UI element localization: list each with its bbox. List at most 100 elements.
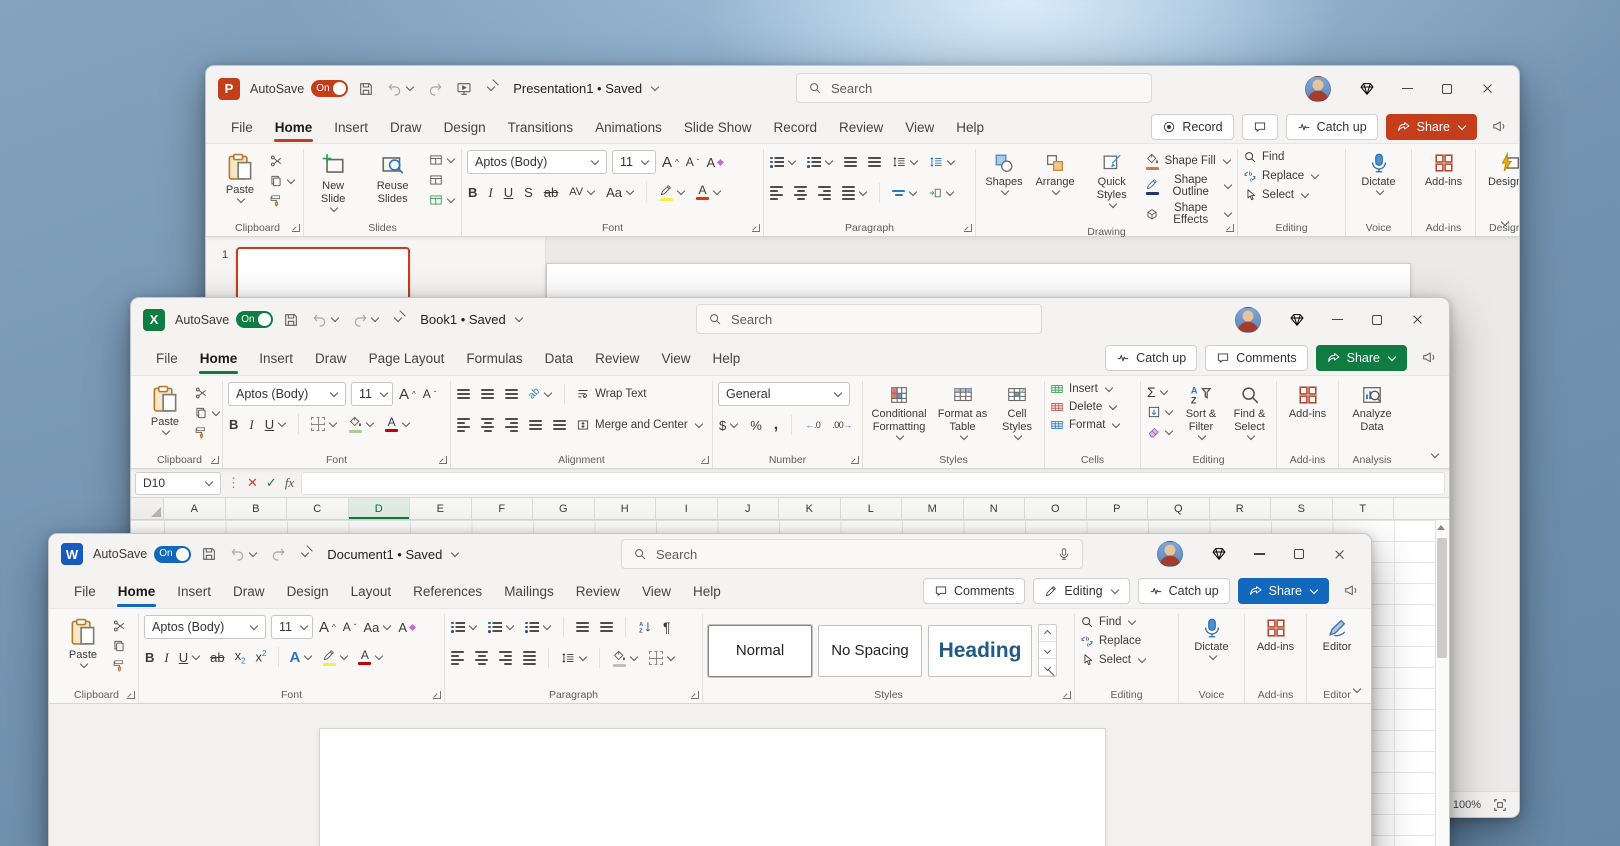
column-header[interactable]: E [410, 498, 472, 519]
start-slideshow-button[interactable] [453, 78, 475, 100]
number-format-select[interactable]: General [718, 382, 850, 406]
search-box[interactable] [696, 304, 1042, 334]
cell-styles-button[interactable]: Cell Styles [995, 382, 1039, 441]
addins-button[interactable]: Add-ins [1421, 150, 1467, 191]
text-effects-button[interactable]: A [289, 649, 314, 666]
replace-button[interactable]: Replace [1243, 169, 1319, 183]
save-button[interactable] [355, 78, 377, 100]
line-spacing-button[interactable] [891, 154, 919, 170]
quick-access-overflow-button[interactable] [296, 550, 312, 559]
ribbon-tab[interactable]: Home [189, 341, 249, 375]
column-header[interactable]: O [1025, 498, 1087, 519]
column-header[interactable]: T [1333, 498, 1395, 519]
cut-button[interactable] [193, 385, 209, 401]
ribbon-tab[interactable]: Design [433, 111, 497, 143]
column-header[interactable]: F [472, 498, 534, 519]
ribbon-tab[interactable]: Draw [222, 574, 276, 608]
addins-button[interactable]: Add-ins [1285, 382, 1331, 423]
quick-access-overflow-button[interactable] [482, 84, 498, 93]
save-button[interactable] [280, 309, 302, 331]
dictate-button[interactable]: Dictate [1356, 150, 1402, 196]
decrease-indent-button[interactable] [528, 419, 543, 430]
styles-dialog-launcher[interactable] [1063, 691, 1071, 699]
bold-button[interactable]: B [467, 185, 478, 200]
numbering-button[interactable] [487, 621, 515, 633]
increase-decimal-button[interactable]: ←.0 [804, 419, 821, 431]
font-dialog-launcher[interactable] [752, 224, 760, 232]
font-size-select[interactable]: 11 [612, 150, 656, 174]
search-box[interactable] [621, 539, 1083, 569]
decrease-indent-button[interactable] [575, 621, 590, 632]
ribbon-tab[interactable]: Animations [584, 111, 673, 143]
search-input[interactable] [831, 81, 1140, 96]
comments-button[interactable]: Comments [1205, 345, 1307, 371]
document-page[interactable] [319, 728, 1106, 846]
ribbon-tab[interactable]: References [402, 574, 493, 608]
premium-diamond-icon[interactable] [1277, 305, 1317, 335]
cut-button[interactable] [268, 153, 284, 169]
dictate-button[interactable]: Dictate [1189, 615, 1235, 661]
smartart-button[interactable] [927, 185, 955, 201]
formula-bar-handle[interactable]: ⋮ [227, 475, 240, 491]
align-center-button[interactable] [474, 650, 489, 665]
delete-cells-button[interactable]: Delete [1050, 400, 1117, 414]
reuse-slides-button[interactable]: Reuse Slides [362, 150, 423, 208]
avatar[interactable] [1235, 307, 1261, 333]
styles-scroll-down-button[interactable] [1039, 642, 1056, 659]
alignment-dialog-launcher[interactable] [701, 456, 709, 464]
decrease-font-button[interactable]: Aˇ [342, 620, 358, 634]
borders-button[interactable] [648, 650, 676, 666]
clipboard-dialog-launcher[interactable] [211, 456, 219, 464]
paragraph-dialog-launcher[interactable] [964, 224, 972, 232]
middle-align-button[interactable] [480, 388, 495, 399]
share-button[interactable]: Share [1386, 114, 1477, 140]
justify-button[interactable] [522, 650, 537, 665]
share-button[interactable]: Share [1316, 345, 1407, 371]
vertical-scrollbar[interactable] [1435, 520, 1449, 846]
ribbon-tab[interactable]: Insert [323, 111, 379, 143]
copy-button[interactable] [193, 405, 221, 421]
ribbon-tab[interactable]: Home [107, 574, 167, 608]
minimize-button[interactable] [1317, 305, 1357, 335]
addins-button[interactable]: Add-ins [1253, 615, 1299, 656]
title-dropdown-icon[interactable] [514, 314, 522, 322]
close-button[interactable] [1397, 305, 1437, 335]
ribbon-tab[interactable]: Record [762, 111, 828, 143]
format-painter-button[interactable] [111, 658, 127, 674]
insert-cells-button[interactable]: Insert [1050, 382, 1113, 396]
quick-styles-button[interactable]: Quick Styles [1083, 150, 1140, 209]
style-heading[interactable]: Heading [928, 625, 1032, 677]
undo-button[interactable] [384, 78, 417, 100]
catch-up-button[interactable]: Catch up [1286, 114, 1378, 140]
ribbon-tab[interactable]: Help [945, 111, 995, 143]
cancel-entry-button[interactable]: ✕ [246, 474, 259, 492]
sort-filter-button[interactable]: Sort & Filter [1179, 382, 1223, 441]
column-header[interactable]: G [533, 498, 595, 519]
find-button[interactable]: Find [1243, 150, 1284, 164]
styles-more-button[interactable] [1039, 659, 1056, 676]
decrease-font-button[interactable]: Aˇ [685, 155, 701, 169]
analyze-data-button[interactable]: Analyze Data [1345, 382, 1399, 436]
align-center-button[interactable] [480, 417, 495, 432]
select-all-corner[interactable] [131, 498, 164, 519]
undo-button[interactable] [227, 543, 260, 565]
collapse-ribbon-button[interactable] [1351, 680, 1361, 695]
autosave-toggle[interactable]: On [236, 311, 273, 328]
font-name-select[interactable]: Aptos (Body) [144, 615, 266, 639]
paragraph-dialog-launcher[interactable] [691, 691, 699, 699]
clear-button[interactable] [1146, 424, 1174, 440]
italic-button[interactable]: I [487, 185, 493, 200]
column-header[interactable]: K [779, 498, 841, 519]
column-header[interactable]: R [1210, 498, 1272, 519]
clipboard-dialog-launcher[interactable] [292, 224, 300, 232]
section-button[interactable] [428, 192, 456, 208]
avatar[interactable] [1305, 76, 1331, 102]
premium-diamond-icon[interactable] [1199, 539, 1239, 569]
align-left-button[interactable] [450, 650, 465, 665]
sort-button[interactable] [637, 619, 653, 635]
ribbon-tab[interactable]: File [145, 341, 189, 375]
bold-button[interactable]: B [144, 650, 155, 665]
ribbon-tab[interactable]: Review [584, 341, 650, 375]
share-button[interactable]: Share [1238, 578, 1329, 604]
shape-fill-button[interactable]: Shape Fill [1145, 152, 1230, 170]
